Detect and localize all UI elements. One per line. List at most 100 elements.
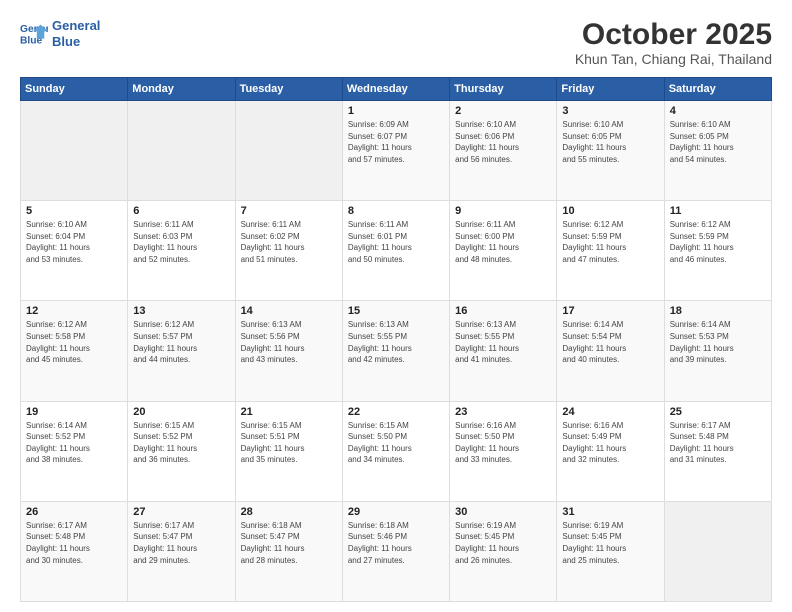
day-info: Sunrise: 6:11 AM Sunset: 6:00 PM Dayligh… <box>455 219 551 265</box>
week-row-4: 19Sunrise: 6:14 AM Sunset: 5:52 PM Dayli… <box>21 401 772 501</box>
day-info: Sunrise: 6:18 AM Sunset: 5:46 PM Dayligh… <box>348 520 444 566</box>
day-info: Sunrise: 6:19 AM Sunset: 5:45 PM Dayligh… <box>562 520 658 566</box>
week-row-2: 5 Sunrise: 6:10 AM Sunset: 6:04 PM Daylig… <box>21 201 772 301</box>
logo-text: General Blue <box>52 18 100 49</box>
day-cell: 26Sunrise: 6:17 AM Sunset: 5:48 PM Dayli… <box>21 501 128 601</box>
day-info: Sunrise: 6:12 AM Sunset: 5:57 PM Dayligh… <box>133 319 229 365</box>
day-number: 7 <box>241 205 337 217</box>
day-info: Sunrise: 6:13 AM Sunset: 5:56 PM Dayligh… <box>241 319 337 365</box>
day-info: Sunrise: 6:17 AM Sunset: 5:48 PM Dayligh… <box>670 420 766 466</box>
day-info: Sunrise: 6:14 AM Sunset: 5:52 PM Dayligh… <box>26 420 122 466</box>
day-info: Sunrise: 6:10 AM Sunset: 6:06 PM Dayligh… <box>455 119 551 165</box>
day-cell: 30 Sunrise: 6:19 AM Sunset: 5:45 PM Dayli… <box>450 501 557 601</box>
day-cell: 10 Sunrise: 6:12 AM Sunset: 5:59 PM Dayli… <box>557 201 664 301</box>
weekday-header-saturday: Saturday <box>664 78 771 101</box>
logo-blue: Blue <box>52 34 80 49</box>
day-number: 15 <box>348 305 444 317</box>
day-number: 13 <box>133 305 229 317</box>
day-number: 4 <box>670 105 766 117</box>
day-info: Sunrise: 6:17 AM Sunset: 5:47 PM Dayligh… <box>133 520 229 566</box>
week-row-5: 26Sunrise: 6:17 AM Sunset: 5:48 PM Dayli… <box>21 501 772 601</box>
day-cell: 25 Sunrise: 6:17 AM Sunset: 5:48 PM Dayli… <box>664 401 771 501</box>
day-number: 5 <box>26 205 122 217</box>
day-info: Sunrise: 6:12 AM Sunset: 5:59 PM Dayligh… <box>562 219 658 265</box>
day-cell: 16Sunrise: 6:13 AM Sunset: 5:55 PM Dayli… <box>450 301 557 401</box>
weekday-header-thursday: Thursday <box>450 78 557 101</box>
day-cell: 18Sunrise: 6:14 AM Sunset: 5:53 PM Dayli… <box>664 301 771 401</box>
day-info: Sunrise: 6:15 AM Sunset: 5:50 PM Dayligh… <box>348 420 444 466</box>
week-row-1: 1Sunrise: 6:09 AM Sunset: 6:07 PM Daylig… <box>21 101 772 201</box>
day-cell: 7 Sunrise: 6:11 AM Sunset: 6:02 PM Daylig… <box>235 201 342 301</box>
day-number: 24 <box>562 406 658 418</box>
day-number: 25 <box>670 406 766 418</box>
day-info: Sunrise: 6:11 AM Sunset: 6:02 PM Dayligh… <box>241 219 337 265</box>
day-number: 27 <box>133 506 229 518</box>
day-cell: 3 Sunrise: 6:10 AM Sunset: 6:05 PM Daylig… <box>557 101 664 201</box>
day-number: 12 <box>26 305 122 317</box>
day-info: Sunrise: 6:11 AM Sunset: 6:01 PM Dayligh… <box>348 219 444 265</box>
logo: General Blue General Blue <box>20 18 100 49</box>
day-cell: 4 Sunrise: 6:10 AM Sunset: 6:05 PM Daylig… <box>664 101 771 201</box>
day-cell: 24 Sunrise: 6:16 AM Sunset: 5:49 PM Dayli… <box>557 401 664 501</box>
day-cell: 22 Sunrise: 6:15 AM Sunset: 5:50 PM Dayli… <box>342 401 449 501</box>
day-number: 14 <box>241 305 337 317</box>
day-info: Sunrise: 6:19 AM Sunset: 5:45 PM Dayligh… <box>455 520 551 566</box>
calendar-table: SundayMondayTuesdayWednesdayThursdayFrid… <box>20 77 772 602</box>
day-number: 31 <box>562 506 658 518</box>
weekday-header-monday: Monday <box>128 78 235 101</box>
day-info: Sunrise: 6:12 AM Sunset: 5:58 PM Dayligh… <box>26 319 122 365</box>
day-cell: 9 Sunrise: 6:11 AM Sunset: 6:00 PM Daylig… <box>450 201 557 301</box>
day-cell: 8 Sunrise: 6:11 AM Sunset: 6:01 PM Daylig… <box>342 201 449 301</box>
day-cell: 29Sunrise: 6:18 AM Sunset: 5:46 PM Dayli… <box>342 501 449 601</box>
day-number: 3 <box>562 105 658 117</box>
day-cell: 20 Sunrise: 6:15 AM Sunset: 5:52 PM Dayli… <box>128 401 235 501</box>
day-number: 30 <box>455 506 551 518</box>
day-info: Sunrise: 6:10 AM Sunset: 6:04 PM Dayligh… <box>26 219 122 265</box>
day-number: 6 <box>133 205 229 217</box>
weekday-header-friday: Friday <box>557 78 664 101</box>
day-number: 10 <box>562 205 658 217</box>
week-row-3: 12 Sunrise: 6:12 AM Sunset: 5:58 PM Dayli… <box>21 301 772 401</box>
day-number: 9 <box>455 205 551 217</box>
page: General Blue General Blue October 2025 K… <box>0 0 792 612</box>
day-cell: 19Sunrise: 6:14 AM Sunset: 5:52 PM Dayli… <box>21 401 128 501</box>
day-cell: 2Sunrise: 6:10 AM Sunset: 6:06 PM Daylig… <box>450 101 557 201</box>
day-number: 1 <box>348 105 444 117</box>
day-info: Sunrise: 6:10 AM Sunset: 6:05 PM Dayligh… <box>562 119 658 165</box>
weekday-header-sunday: Sunday <box>21 78 128 101</box>
day-cell: 27 Sunrise: 6:17 AM Sunset: 5:47 PM Dayli… <box>128 501 235 601</box>
day-number: 8 <box>348 205 444 217</box>
day-number: 20 <box>133 406 229 418</box>
day-cell: 17Sunrise: 6:14 AM Sunset: 5:54 PM Dayli… <box>557 301 664 401</box>
day-cell: 23Sunrise: 6:16 AM Sunset: 5:50 PM Dayli… <box>450 401 557 501</box>
day-cell <box>21 101 128 201</box>
day-cell: 14 Sunrise: 6:13 AM Sunset: 5:56 PM Dayli… <box>235 301 342 401</box>
day-info: Sunrise: 6:12 AM Sunset: 5:59 PM Dayligh… <box>670 219 766 265</box>
title-block: October 2025 Khun Tan, Chiang Rai, Thail… <box>575 18 772 67</box>
day-cell: 12 Sunrise: 6:12 AM Sunset: 5:58 PM Dayli… <box>21 301 128 401</box>
day-cell <box>128 101 235 201</box>
day-info: Sunrise: 6:18 AM Sunset: 5:47 PM Dayligh… <box>241 520 337 566</box>
day-number: 21 <box>241 406 337 418</box>
weekday-header-row: SundayMondayTuesdayWednesdayThursdayFrid… <box>21 78 772 101</box>
day-cell <box>664 501 771 601</box>
day-cell: 13 Sunrise: 6:12 AM Sunset: 5:57 PM Dayli… <box>128 301 235 401</box>
day-info: Sunrise: 6:15 AM Sunset: 5:52 PM Dayligh… <box>133 420 229 466</box>
day-number: 22 <box>348 406 444 418</box>
day-number: 18 <box>670 305 766 317</box>
day-cell: 28Sunrise: 6:18 AM Sunset: 5:47 PM Dayli… <box>235 501 342 601</box>
day-cell: 11Sunrise: 6:12 AM Sunset: 5:59 PM Dayli… <box>664 201 771 301</box>
day-cell: 21Sunrise: 6:15 AM Sunset: 5:51 PM Dayli… <box>235 401 342 501</box>
day-info: Sunrise: 6:13 AM Sunset: 5:55 PM Dayligh… <box>348 319 444 365</box>
calendar-subtitle: Khun Tan, Chiang Rai, Thailand <box>575 51 772 67</box>
day-info: Sunrise: 6:16 AM Sunset: 5:49 PM Dayligh… <box>562 420 658 466</box>
day-info: Sunrise: 6:10 AM Sunset: 6:05 PM Dayligh… <box>670 119 766 165</box>
day-number: 26 <box>26 506 122 518</box>
weekday-header-tuesday: Tuesday <box>235 78 342 101</box>
day-cell: 6Sunrise: 6:11 AM Sunset: 6:03 PM Daylig… <box>128 201 235 301</box>
day-cell: 5 Sunrise: 6:10 AM Sunset: 6:04 PM Daylig… <box>21 201 128 301</box>
day-cell: 31 Sunrise: 6:19 AM Sunset: 5:45 PM Dayli… <box>557 501 664 601</box>
day-number: 23 <box>455 406 551 418</box>
day-cell: 1Sunrise: 6:09 AM Sunset: 6:07 PM Daylig… <box>342 101 449 201</box>
day-number: 16 <box>455 305 551 317</box>
